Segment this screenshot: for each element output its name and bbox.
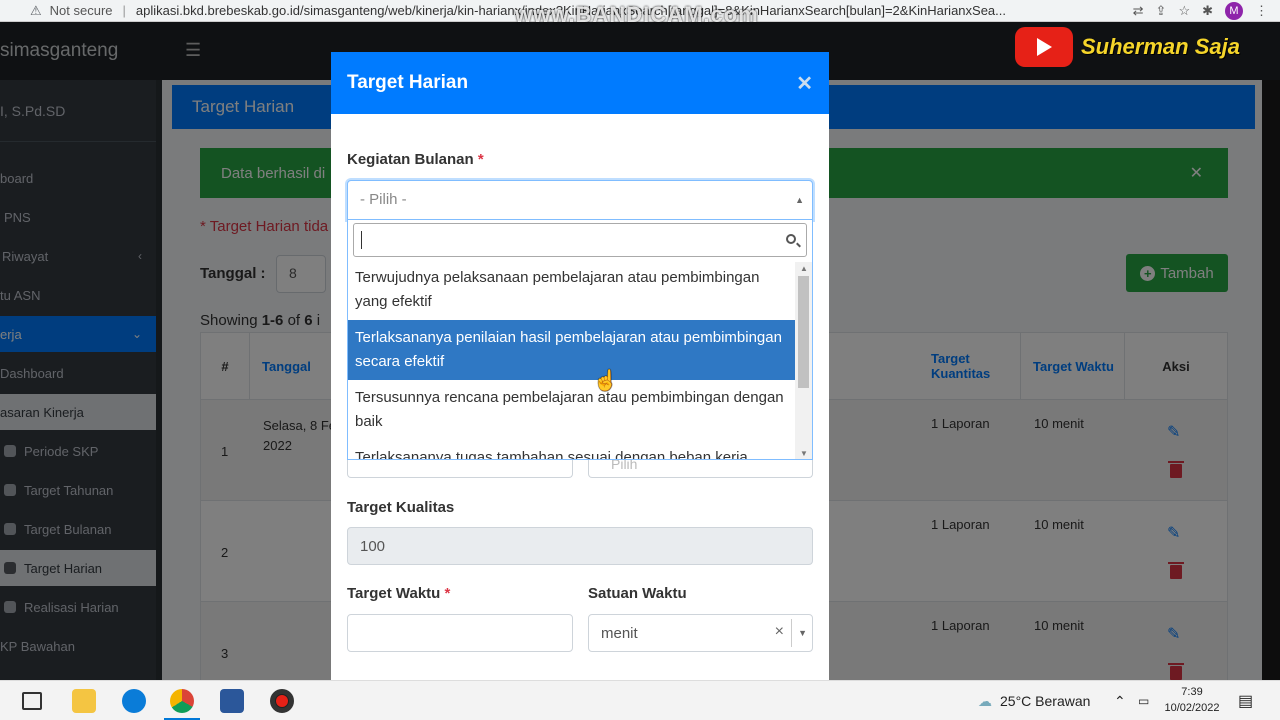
translate-icon[interactable]: ⇄: [1133, 3, 1144, 19]
recorder-watermark: www.BANDICAM.com: [515, 2, 759, 27]
dropdown-option-highlighted[interactable]: Terlaksananya penilaian hasil pembelajar…: [348, 320, 796, 380]
kegiatan-bulanan-label: Kegiatan Bulanan *: [347, 151, 484, 168]
target-kualitas-input: 100: [347, 527, 813, 565]
dropdown-option[interactable]: Terlaksananya tugas tambahan sesuai deng…: [348, 446, 796, 459]
browser-toolbar: ⇄ ⇪ ☆ ✱ M ⋮: [1133, 0, 1268, 22]
scroll-up-icon[interactable]: ▲: [800, 264, 808, 273]
text-caret: [361, 231, 362, 249]
task-view-icon[interactable]: [22, 692, 42, 710]
search-icon: [786, 234, 796, 244]
weather-widget[interactable]: ☁ 25°C Berawan: [978, 681, 1090, 720]
kegiatan-dropdown: Terwujudnya pelaksanaan pembelajaran ata…: [347, 220, 813, 460]
close-icon[interactable]: ✕: [796, 71, 813, 96]
extensions-icon[interactable]: ✱: [1202, 3, 1213, 19]
modal-title: Target Harian: [347, 72, 469, 93]
clear-icon[interactable]: ×: [775, 623, 784, 641]
kegiatan-bulanan-select[interactable]: - Pilih - ▲: [347, 180, 813, 220]
security-label: Not secure: [49, 3, 113, 18]
network-icon[interactable]: ▭: [1138, 681, 1149, 720]
target-harian-modal: Target Harian ✕ Kegiatan Bulanan * - Pil…: [331, 52, 829, 680]
clock[interactable]: 7:39 10/02/2022: [1160, 684, 1224, 716]
mouse-pointer-icon: ☝: [593, 370, 618, 392]
scroll-down-icon[interactable]: ▼: [800, 449, 808, 458]
word-icon[interactable]: [220, 689, 244, 713]
satuan-waktu-select[interactable]: menit × ▼: [588, 614, 813, 652]
file-explorer-icon[interactable]: [72, 689, 96, 713]
star-icon[interactable]: ☆: [1178, 3, 1190, 19]
caret-up-icon: ▲: [795, 195, 804, 205]
share-icon[interactable]: ⇪: [1156, 3, 1167, 19]
edge-browser-icon[interactable]: [122, 689, 146, 713]
divider: |: [122, 3, 126, 18]
youtube-logo-icon: [1015, 27, 1073, 67]
dropdown-option[interactable]: Terwujudnya pelaksanaan pembelajaran ata…: [348, 266, 796, 314]
target-waktu-input[interactable]: [347, 614, 573, 652]
profile-avatar[interactable]: M: [1225, 2, 1243, 20]
modal-header: Target Harian ✕: [331, 52, 829, 114]
chevron-up-icon[interactable]: ⌃: [1114, 681, 1126, 720]
divider: [791, 619, 792, 647]
dropdown-search-input[interactable]: [353, 223, 807, 257]
target-kualitas-label: Target Kualitas: [347, 499, 455, 516]
os-taskbar: ☁ 25°C Berawan ⌃ ▭ 7:39 10/02/2022 ▤: [0, 680, 1280, 720]
caret-down-icon: ▼: [798, 628, 807, 638]
menu-dots-icon[interactable]: ⋮: [1255, 3, 1268, 19]
warning-icon: ⚠: [30, 2, 42, 18]
chrome-browser-icon[interactable]: [170, 689, 194, 713]
dropdown-option[interactable]: Tersusunnya rencana pembelajaran atau pe…: [348, 386, 796, 434]
cloud-icon: ☁: [978, 692, 992, 709]
channel-badge: Suherman Saja: [1015, 27, 1240, 67]
satuan-waktu-label: Satuan Waktu: [588, 585, 687, 602]
channel-name: Suherman Saja: [1081, 34, 1240, 59]
record-dot-icon: [276, 695, 288, 707]
scrollbar-thumb[interactable]: [798, 276, 809, 388]
target-waktu-label: Target Waktu *: [347, 585, 451, 602]
notification-icon[interactable]: ▤: [1238, 681, 1253, 720]
dropdown-scrollbar[interactable]: ▲ ▼: [795, 262, 812, 459]
